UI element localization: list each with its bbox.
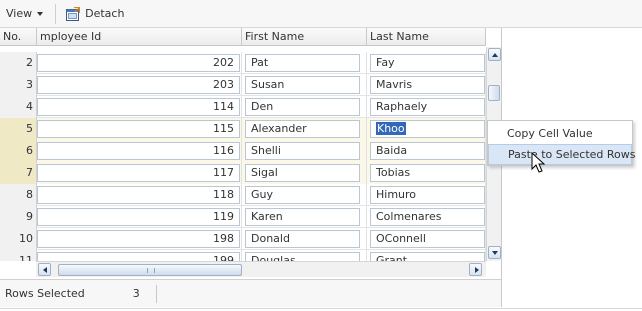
table-header: No. mployee Id First Name Last Name	[0, 28, 486, 46]
table-body: 2 202 Pat Fay 3 203 Susan Mavris 4 114 Den Raphaely…	[0, 47, 486, 261]
first-name-field[interactable]: Susan	[245, 76, 360, 94]
first-name-field[interactable]: Douglas	[245, 252, 360, 261]
table-row[interactable]: 6 116 Shelli Baida	[0, 140, 486, 162]
first-name-field[interactable]: Shelli	[245, 142, 360, 160]
context-menu: Copy Cell Value Paste to Selected Rows	[487, 120, 636, 166]
employee-id-field[interactable]: 202	[37, 54, 240, 72]
menu-item-copy-cell-value[interactable]: Copy Cell Value	[488, 123, 632, 144]
table-row[interactable]: 5 115 Alexander Khoo	[0, 118, 486, 140]
first-name-field[interactable]: Pat	[245, 54, 360, 72]
arrow-up-icon	[492, 53, 498, 57]
scroll-down-button[interactable]	[488, 246, 501, 259]
view-menu-label: View	[6, 7, 33, 20]
table-row[interactable]: 3 203 Susan Mavris	[0, 74, 486, 96]
first-name-field[interactable]: Sigal	[245, 164, 360, 182]
arrow-right-icon	[475, 267, 479, 273]
row-number[interactable]: 8	[0, 184, 37, 206]
table-row[interactable]: 8 118 Guy Himuro	[0, 184, 486, 206]
first-name-field[interactable]: Guy	[245, 186, 360, 204]
first-name-field[interactable]: Karen	[245, 208, 360, 226]
row-number[interactable]: 3	[0, 74, 37, 96]
column-header-first-name[interactable]: First Name	[242, 28, 367, 46]
mouse-cursor-icon	[531, 152, 546, 173]
last-name-field[interactable]: Himuro	[370, 186, 485, 204]
row-number[interactable]: 9	[0, 206, 37, 228]
column-header-employee-id[interactable]: mployee Id	[37, 28, 242, 46]
rows-selected-label: Rows Selected	[5, 287, 85, 300]
toolbar: View Detach	[0, 0, 642, 28]
chevron-down-icon	[37, 11, 44, 16]
employee-id-field[interactable]: 115	[37, 120, 240, 138]
row-number[interactable]: 6	[0, 140, 37, 162]
last-name-field[interactable]: Grant	[370, 252, 485, 261]
first-name-field[interactable]: Donald	[245, 230, 360, 248]
row-number[interactable]: 5	[0, 118, 37, 140]
rows-selected-count: 3	[132, 287, 140, 300]
selected-text: Khoo	[376, 122, 406, 135]
bottom-border	[0, 308, 642, 309]
table-row[interactable]: 10 198 Donald OConnell	[0, 228, 486, 250]
first-name-field[interactable]: Alexander	[245, 120, 360, 138]
view-menu-button[interactable]: View	[0, 3, 49, 25]
status-divider	[155, 284, 157, 303]
table-row[interactable]: 4 114 Den Raphaely	[0, 96, 486, 118]
row-number[interactable]: 10	[0, 228, 37, 250]
last-name-field[interactable]: Mavris	[370, 76, 485, 94]
column-header-no[interactable]: No.	[0, 28, 37, 46]
last-name-field[interactable]: Khoo	[370, 120, 485, 138]
data-table: No. mployee Id First Name Last Name 2 202…	[0, 28, 502, 279]
status-bar: Rows Selected 3	[0, 279, 502, 307]
employee-id-field[interactable]: 116	[37, 142, 240, 160]
row-number[interactable]: 4	[0, 96, 37, 118]
last-name-field[interactable]: Tobias	[370, 164, 485, 182]
detach-window-icon	[66, 6, 81, 21]
arrow-left-icon	[43, 267, 47, 273]
toolbar-divider	[55, 3, 57, 24]
employee-id-field[interactable]: 119	[37, 208, 240, 226]
horizontal-scroll-thumb[interactable]	[58, 264, 242, 276]
detach-label: Detach	[85, 7, 125, 20]
scroll-right-button[interactable]	[469, 263, 482, 276]
table-window: View Detach No. mployee Id First Name La…	[0, 0, 642, 311]
scroll-up-button[interactable]	[488, 48, 501, 61]
scroll-left-button[interactable]	[38, 263, 51, 276]
last-name-field[interactable]: Raphaely	[370, 98, 485, 116]
employee-id-field[interactable]: 203	[37, 76, 240, 94]
row-number[interactable]: 11	[0, 250, 37, 261]
last-name-field[interactable]: Fay	[370, 54, 485, 72]
table-row[interactable]: 7 117 Sigal Tobias	[0, 162, 486, 184]
detach-button[interactable]: Detach	[60, 3, 130, 25]
first-name-field[interactable]: Den	[245, 98, 360, 116]
employee-id-field[interactable]: 117	[37, 164, 240, 182]
last-name-field[interactable]: Colmenares	[370, 208, 485, 226]
table-row[interactable]: 11 199 Douglas Grant	[0, 250, 486, 261]
employee-id-field[interactable]: 199	[37, 252, 240, 261]
table-row[interactable]: 9 119 Karen Colmenares	[0, 206, 486, 228]
employee-id-field[interactable]: 118	[37, 186, 240, 204]
arrow-down-icon	[492, 251, 498, 255]
table-row[interactable]: 2 202 Pat Fay	[0, 52, 486, 74]
employee-id-field[interactable]: 198	[37, 230, 240, 248]
grip-icon	[147, 268, 155, 273]
horizontal-scrollbar[interactable]	[36, 261, 486, 277]
last-name-field[interactable]: Baida	[370, 142, 485, 160]
last-name-field[interactable]: OConnell	[370, 230, 485, 248]
row-number[interactable]: 2	[0, 52, 37, 74]
row-number[interactable]: 7	[0, 162, 37, 184]
column-header-last-name[interactable]: Last Name	[367, 28, 486, 46]
employee-id-field[interactable]: 114	[37, 98, 240, 116]
vertical-scroll-thumb[interactable]	[488, 85, 500, 101]
menu-item-paste-to-selected-rows[interactable]: Paste to Selected Rows	[488, 144, 636, 165]
